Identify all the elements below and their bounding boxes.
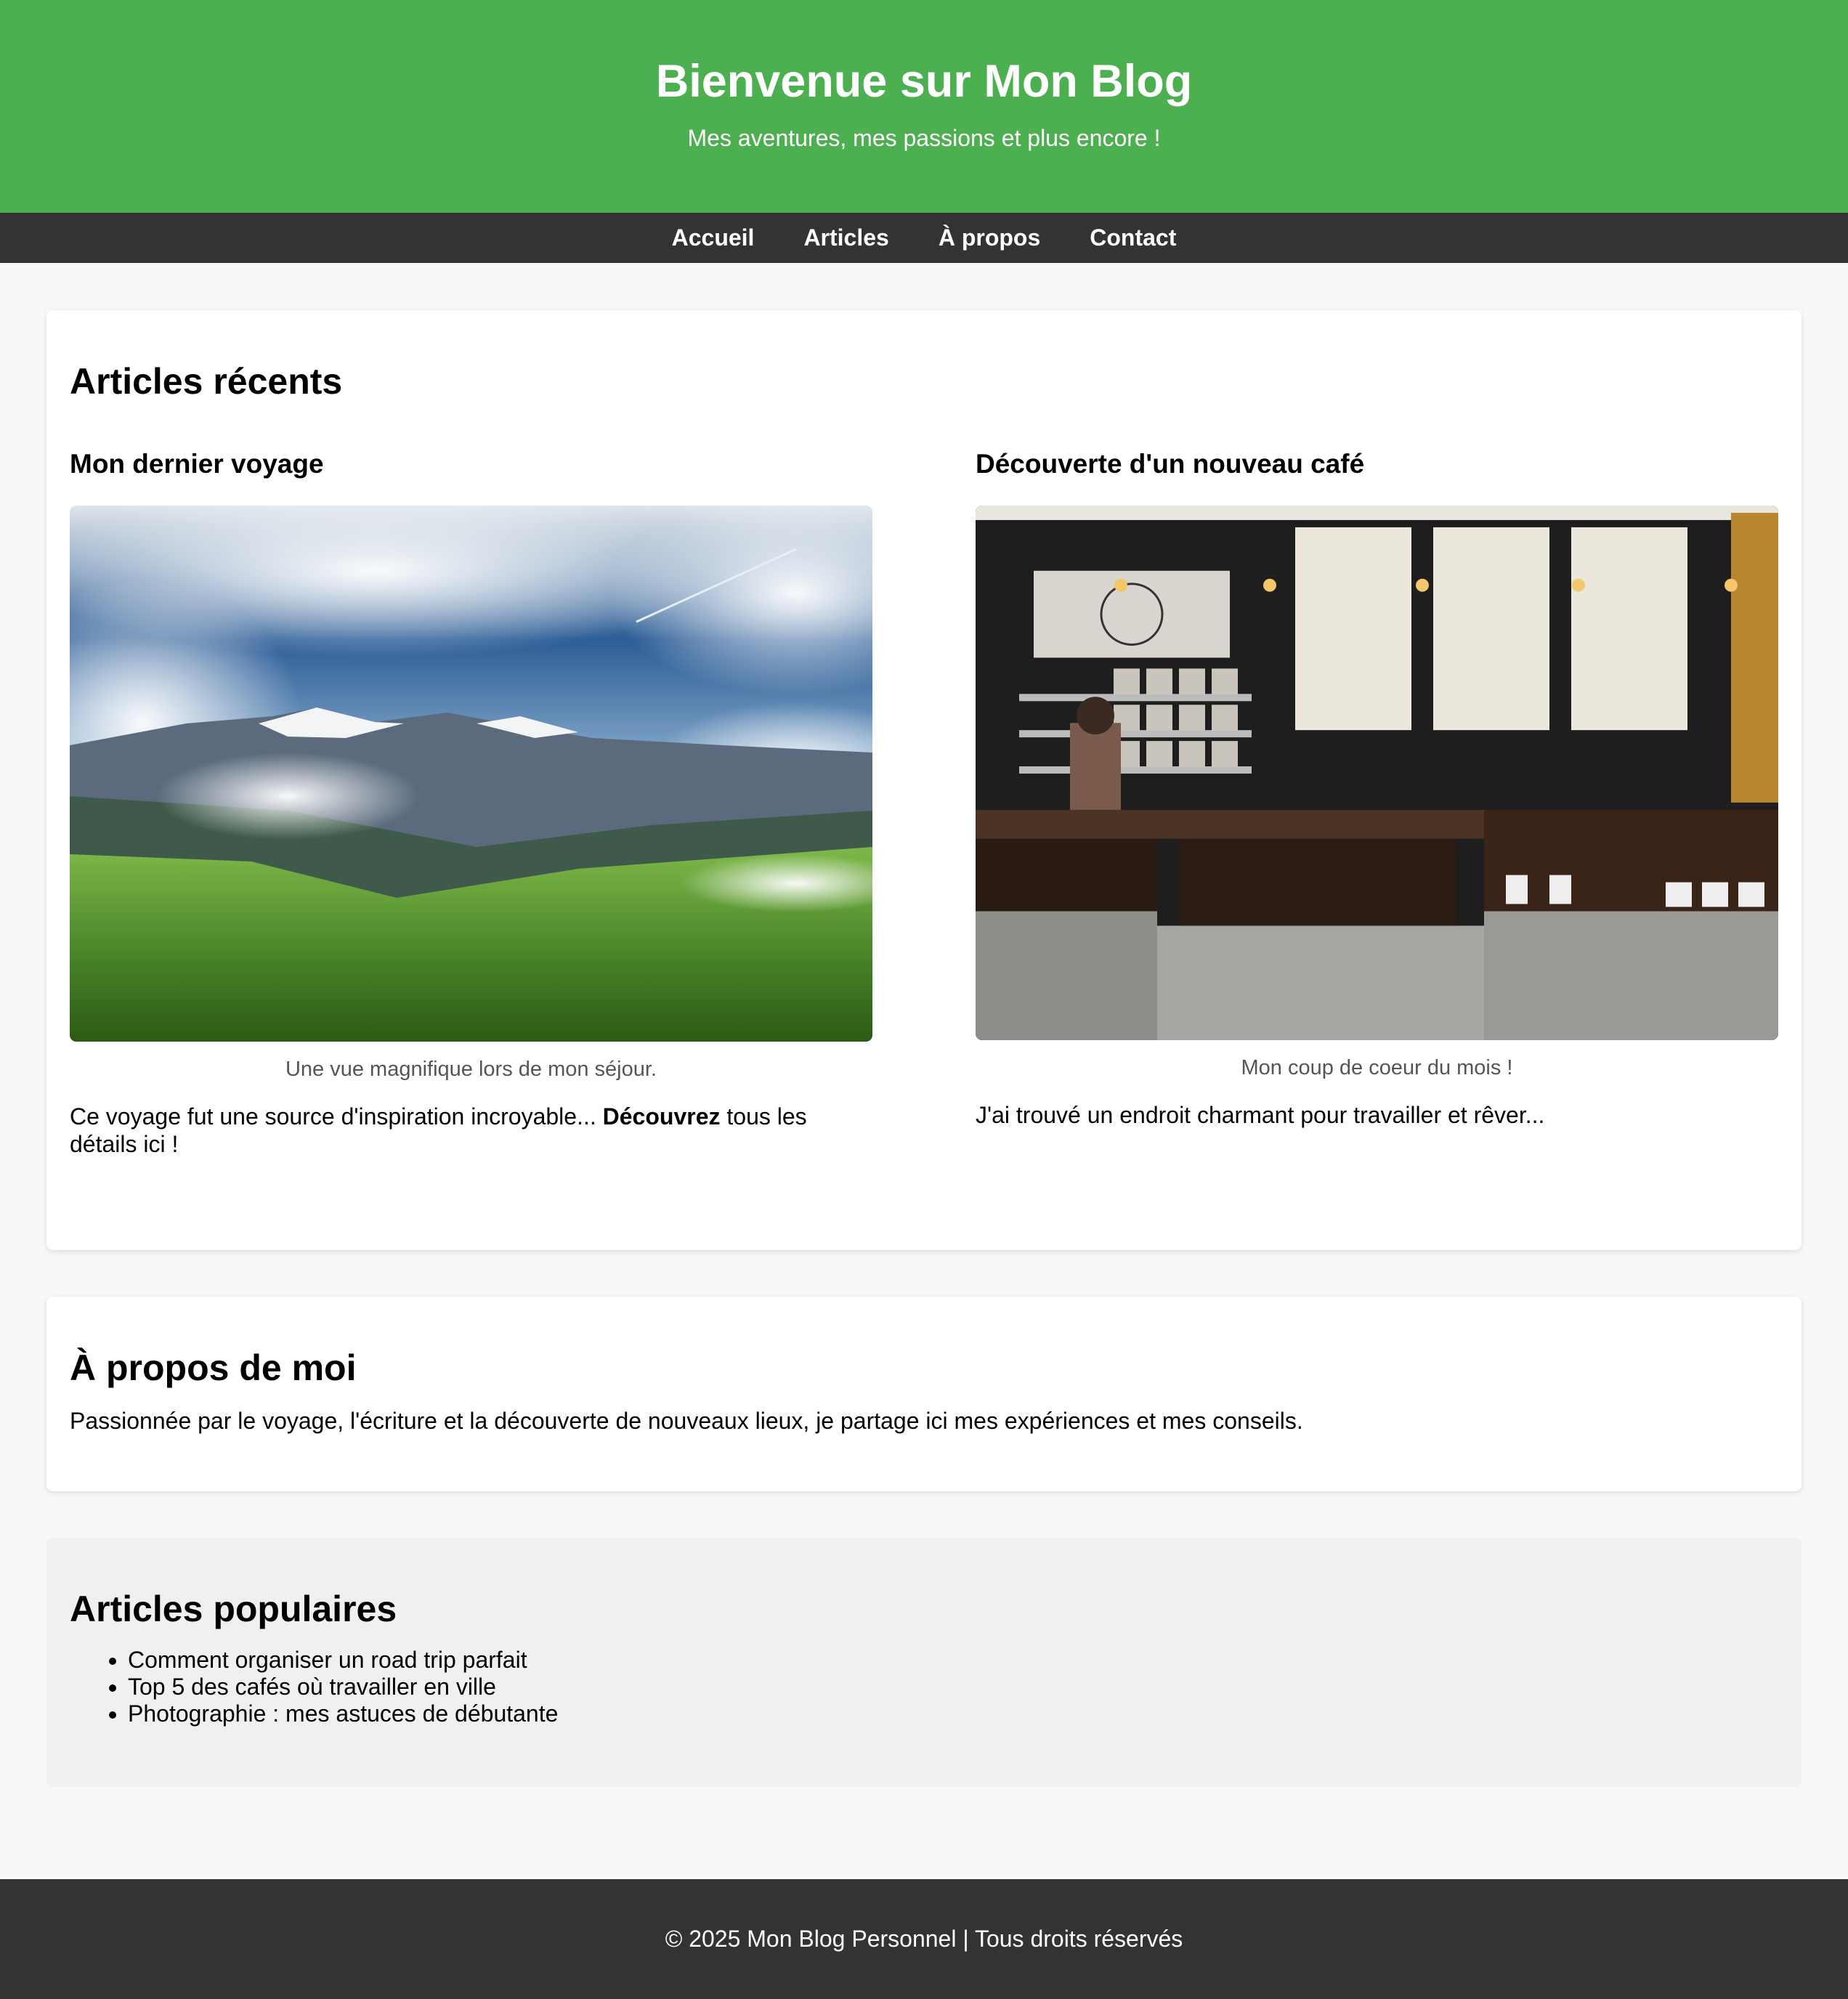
nav-link-accueil[interactable]: Accueil xyxy=(672,224,755,251)
about-text: Passionnée par le voyage, l'écriture et … xyxy=(70,1408,1303,1434)
popular-articles-heading: Articles populaires xyxy=(70,1589,397,1629)
article-card: Découverte d'un nouveau café Mon coup de… xyxy=(976,448,1778,1181)
coffee-shop-counter-photo[interactable] xyxy=(976,506,1778,1040)
article-excerpt: Ce voyage fut une source d'inspiration i… xyxy=(70,1103,872,1158)
about-section: À propos de moi Passionnée par le voyage… xyxy=(46,1297,1802,1491)
site-title: Bienvenue sur Mon Blog xyxy=(655,56,1193,107)
nav-link-a-propos[interactable]: À propos xyxy=(939,224,1040,251)
popular-article-item[interactable]: Photographie : mes astuces de débutante xyxy=(128,1700,1778,1727)
article-title[interactable]: Découverte d'un nouveau café xyxy=(976,448,1778,480)
site-tagline: Mes aventures, mes passions et plus enco… xyxy=(687,125,1161,151)
excerpt-bold-link[interactable]: Découvrez xyxy=(603,1103,721,1130)
recent-articles-heading: Articles récents xyxy=(70,361,343,402)
mountain-landscape-photo[interactable] xyxy=(70,506,872,1042)
popular-article-item[interactable]: Comment organiser un road trip parfait xyxy=(128,1647,1778,1674)
footer-copyright: © 2025 Mon Blog Personnel | Tous droits … xyxy=(665,1926,1183,1952)
site-header: Bienvenue sur Mon Blog Mes aventures, me… xyxy=(0,0,1848,213)
photo-caption: Mon coup de coeur du mois ! xyxy=(1241,1056,1513,1079)
popular-articles-section: Articles populaires Comment organiser un… xyxy=(46,1538,1802,1787)
recent-articles-section: Articles récents Mon dernier voyage Une … xyxy=(46,310,1802,1250)
main-nav: Accueil Articles À propos Contact xyxy=(0,213,1848,263)
article-title[interactable]: Mon dernier voyage xyxy=(70,448,872,480)
nav-link-articles[interactable]: Articles xyxy=(803,224,888,251)
articles-grid: Mon dernier voyage Une vue magnifique lo… xyxy=(70,448,1778,1181)
main-content: Articles récents Mon dernier voyage Une … xyxy=(0,310,1848,1787)
nav-link-contact[interactable]: Contact xyxy=(1090,224,1176,251)
popular-article-item[interactable]: Top 5 des cafés où travailler en ville xyxy=(128,1674,1778,1700)
article-card: Mon dernier voyage Une vue magnifique lo… xyxy=(70,448,872,1181)
excerpt-text: Ce voyage fut une source d'inspiration i… xyxy=(70,1103,603,1130)
site-footer: © 2025 Mon Blog Personnel | Tous droits … xyxy=(0,1879,1848,1999)
photo-caption: Une vue magnifique lors de mon séjour. xyxy=(285,1058,657,1081)
article-excerpt: J'ai trouvé un endroit charmant pour tra… xyxy=(976,1102,1545,1128)
popular-articles-list: Comment organiser un road trip parfait T… xyxy=(70,1647,1778,1727)
about-heading: À propos de moi xyxy=(70,1347,357,1388)
